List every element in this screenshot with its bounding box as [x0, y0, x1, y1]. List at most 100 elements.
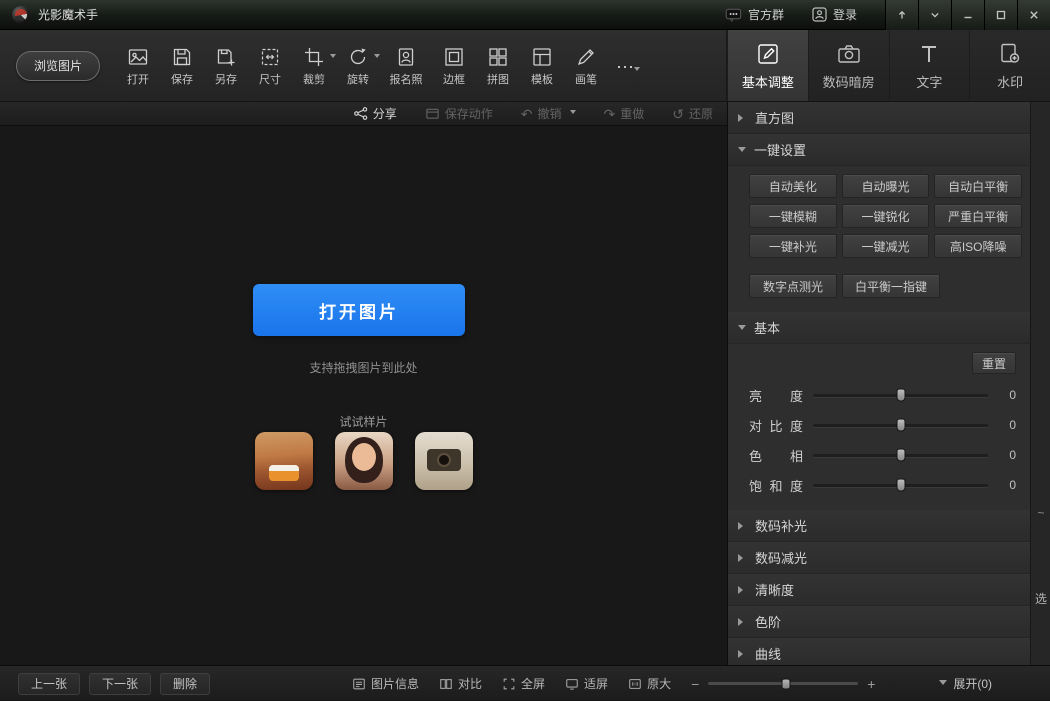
restore-button[interactable]: ↺ 还原: [672, 105, 713, 122]
camera-icon: [836, 41, 862, 67]
crop-icon: [303, 46, 325, 68]
slider-thumb[interactable]: [896, 388, 905, 402]
hue-slider[interactable]: [813, 448, 988, 462]
save-as-button[interactable]: 另存: [204, 44, 248, 87]
reset-button[interactable]: 重置: [972, 352, 1016, 374]
maximize-button[interactable]: [984, 0, 1017, 30]
share-label: 分享: [372, 107, 397, 121]
section-digital-dim-light[interactable]: 数码减光: [728, 542, 1030, 574]
rotate-button[interactable]: 旋转: [336, 44, 381, 87]
sample-thumb-camera[interactable]: [414, 432, 473, 490]
next-image-button[interactable]: 下一张: [89, 672, 152, 695]
fit-screen-button[interactable]: 适屏: [565, 675, 608, 692]
one-key-blur-button[interactable]: 一键模糊: [749, 204, 837, 228]
digital-spot-metering-button[interactable]: 数字点测光: [749, 274, 837, 298]
brush-button[interactable]: 画笔: [564, 44, 608, 87]
section-onekey-settings[interactable]: 一键设置: [728, 134, 1030, 166]
tab-digital-darkroom[interactable]: 数码暗房: [807, 30, 889, 101]
border-button[interactable]: 边框: [432, 44, 476, 87]
collapse-triangle-icon: [738, 521, 747, 530]
save-action-button[interactable]: 保存动作: [425, 105, 493, 122]
menu-button[interactable]: [918, 0, 951, 30]
contrast-slider[interactable]: [813, 418, 988, 432]
section-digital-fill-light[interactable]: 数码补光: [728, 510, 1030, 542]
digital-dim-light-title: 数码减光: [755, 551, 808, 566]
official-group-label: 官方群: [747, 8, 784, 22]
one-key-sharpen-button[interactable]: 一键锐化: [841, 204, 930, 228]
samples-label: 试试样片: [339, 415, 388, 429]
undo-button[interactable]: ↶ 撤销: [521, 105, 576, 122]
redo-button[interactable]: ↷ 重做: [604, 105, 645, 122]
high-iso-denoise-button[interactable]: 高ISO降噪: [934, 234, 1023, 258]
slider-thumb[interactable]: [896, 448, 905, 462]
section-basic[interactable]: 基本: [728, 312, 1030, 344]
login-label: 登录: [832, 8, 857, 22]
minimize-icon: [962, 9, 974, 21]
save-button[interactable]: 保存: [160, 44, 204, 87]
curves-title: 曲线: [755, 647, 782, 662]
tab-text[interactable]: 文字: [888, 30, 970, 101]
expand-button[interactable]: 展开(0): [939, 666, 992, 701]
levels-title: 色阶: [755, 615, 782, 630]
slider-thumb[interactable]: [896, 478, 905, 492]
section-levels[interactable]: 色阶: [728, 606, 1030, 638]
compare-button[interactable]: 对比: [439, 675, 482, 692]
zoom-slider[interactable]: [708, 678, 859, 689]
browse-images-button[interactable]: 浏览图片: [16, 50, 101, 81]
statusbar: 上一张 下一张 删除 图片信息 对比 全屏 适屏 原大 − + 展开(0): [0, 665, 1050, 700]
section-clarity[interactable]: 清晰度: [728, 574, 1030, 606]
brightness-slider[interactable]: [813, 388, 988, 402]
action-board-icon: [425, 106, 440, 121]
delete-image-button[interactable]: 删除: [160, 672, 211, 695]
brightness-label: 亮度: [749, 388, 803, 404]
app-title: 光影魔术手: [38, 8, 99, 22]
section-histogram[interactable]: 直方图: [728, 102, 1030, 134]
login-button[interactable]: 登录: [812, 6, 857, 23]
app-logo-icon: [12, 5, 30, 24]
collage-button[interactable]: 拼图: [476, 44, 520, 87]
auto-exposure-button[interactable]: 自动曝光: [841, 174, 930, 198]
save-label: 保存: [171, 74, 194, 86]
official-group-button[interactable]: 官方群: [725, 6, 784, 23]
one-key-fill-light-button[interactable]: 一键补光: [749, 234, 837, 258]
tab-watermark[interactable]: 水印: [969, 30, 1050, 101]
tab-basic-adjust[interactable]: 基本调整: [727, 30, 808, 101]
more-tools-button[interactable]: ⋯: [608, 54, 642, 78]
fullscreen-button[interactable]: 全屏: [502, 675, 545, 692]
minimize-button[interactable]: [951, 0, 984, 30]
id-photo-button[interactable]: 报名照: [380, 44, 432, 87]
ellipsis-icon: ⋯: [616, 56, 635, 77]
section-curves[interactable]: 曲线: [728, 638, 1030, 665]
zoom-slider-thumb[interactable]: [781, 678, 791, 689]
skin-button[interactable]: [885, 0, 918, 30]
contrast-label: 对比度: [749, 418, 803, 434]
image-info-toggle[interactable]: 图片信息: [352, 675, 419, 692]
close-button[interactable]: [1017, 0, 1050, 30]
window-controls: [885, 0, 1050, 30]
sample-thumb-canyon[interactable]: [254, 432, 313, 490]
border-label: 边框: [443, 74, 466, 86]
auto-white-balance-button[interactable]: 自动白平衡: [934, 174, 1023, 198]
expand-triangle-icon: [738, 147, 746, 156]
template-button[interactable]: 模板: [520, 44, 564, 87]
saturation-slider[interactable]: [813, 478, 988, 492]
slider-thumb[interactable]: [896, 418, 905, 432]
strip-glyph: 选: [1034, 592, 1047, 606]
severe-white-balance-button[interactable]: 严重白平衡: [934, 204, 1023, 228]
sample-thumb-portrait[interactable]: [334, 432, 393, 490]
share-button[interactable]: 分享: [353, 105, 397, 122]
original-size-button[interactable]: 原大: [628, 675, 671, 692]
crop-button[interactable]: 裁剪: [292, 44, 337, 87]
previous-image-button[interactable]: 上一张: [18, 672, 81, 695]
saturation-label: 饱和度: [749, 478, 803, 494]
open-button[interactable]: 打开: [116, 44, 160, 87]
white-balance-one-touch-button[interactable]: 白平衡一指键: [842, 274, 941, 298]
one-key-dim-light-button[interactable]: 一键减光: [841, 234, 930, 258]
strip-glyph: ~: [1037, 506, 1045, 520]
auto-beautify-button[interactable]: 自动美化: [749, 174, 837, 198]
resize-button[interactable]: 尺寸: [248, 44, 292, 87]
zoom-in-button[interactable]: +: [867, 676, 875, 692]
zoom-out-button[interactable]: −: [691, 676, 699, 692]
statusbar-center: 图片信息 对比 全屏 适屏 原大 − +: [352, 666, 875, 701]
open-image-button[interactable]: 打开图片: [253, 284, 465, 336]
